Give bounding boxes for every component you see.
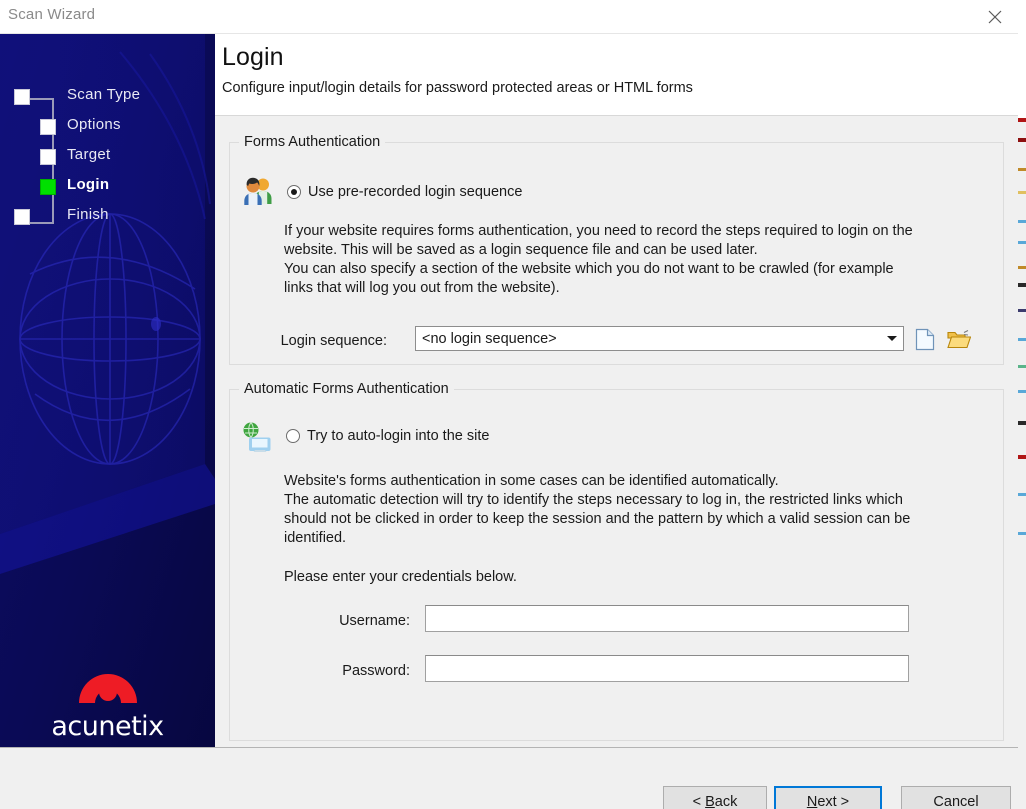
back-button-label: < Back bbox=[692, 794, 738, 809]
page-title: Login bbox=[222, 43, 284, 71]
window-body: Scan Type Options Target Login Finish ac… bbox=[0, 33, 1018, 809]
forms-authentication-description: If your website requires forms authentic… bbox=[284, 223, 913, 296]
step-label: Target bbox=[67, 146, 111, 163]
wizard-main-pane: Login Configure input/login details for … bbox=[215, 34, 1018, 747]
step-label: Login bbox=[67, 176, 110, 193]
step-marker bbox=[14, 209, 30, 225]
step-marker bbox=[40, 149, 56, 165]
login-sequence-value: <no login sequence> bbox=[422, 330, 557, 347]
login-sequence-select[interactable]: <no login sequence> bbox=[415, 326, 904, 351]
next-button-label: Next > bbox=[806, 794, 850, 809]
wizard-sidebar: Scan Type Options Target Login Finish ac… bbox=[0, 34, 215, 747]
step-label: Finish bbox=[67, 206, 109, 223]
chevron-down-icon[interactable] bbox=[881, 327, 903, 350]
acunetix-wordmark: acunetix bbox=[51, 711, 164, 742]
wizard-footer: < Back Next > Cancel bbox=[0, 747, 1018, 809]
back-button[interactable]: < Back bbox=[663, 786, 767, 809]
sidebar-step-target[interactable]: Target bbox=[0, 146, 215, 168]
window-title: Scan Wizard bbox=[8, 6, 96, 23]
forms-authentication-legend: Forms Authentication bbox=[239, 134, 386, 150]
scan-wizard-window: Scan Wizard Scan Type Options Target Log… bbox=[0, 0, 1026, 809]
try-auto-login-radio[interactable]: Try to auto-login into the site bbox=[286, 428, 489, 444]
password-field[interactable] bbox=[425, 655, 909, 682]
step-label: Options bbox=[67, 116, 121, 133]
username-field[interactable] bbox=[425, 605, 909, 632]
login-sequence-label: Login sequence: bbox=[280, 333, 387, 349]
cancel-button-label: Cancel bbox=[933, 794, 979, 809]
acunetix-logo-icon bbox=[78, 674, 137, 703]
page-subtitle: Configure input/login details for passwo… bbox=[222, 80, 693, 96]
credentials-prompt: Please enter your credentials below. bbox=[284, 569, 517, 585]
sidebar-decoration bbox=[0, 34, 215, 747]
background-window-sliver bbox=[1018, 0, 1026, 809]
automatic-forms-authentication-group: Automatic Forms Authentication Try to au… bbox=[229, 381, 1004, 741]
password-input[interactable] bbox=[426, 656, 908, 681]
pane-content: Forms Authentication Use pre-recorded lo… bbox=[215, 117, 1018, 747]
password-label: Password: bbox=[342, 663, 410, 679]
username-label: Username: bbox=[339, 613, 410, 629]
close-icon[interactable] bbox=[972, 0, 1018, 33]
sidebar-step-scan-type[interactable]: Scan Type bbox=[0, 86, 215, 108]
radio-label: Use pre-recorded login sequence bbox=[308, 184, 523, 200]
two-users-icon bbox=[244, 177, 272, 205]
step-marker bbox=[40, 119, 56, 135]
pane-header: Login Configure input/login details for … bbox=[215, 34, 1018, 116]
computer-globe-icon bbox=[243, 422, 271, 452]
radio-label: Try to auto-login into the site bbox=[307, 428, 490, 444]
acunetix-logo: acunetix bbox=[0, 659, 215, 742]
new-file-icon[interactable] bbox=[912, 326, 938, 352]
automatic-forms-authentication-legend: Automatic Forms Authentication bbox=[239, 381, 454, 397]
radio-indicator bbox=[287, 185, 301, 199]
title-bar: Scan Wizard bbox=[0, 0, 1018, 33]
username-input[interactable] bbox=[426, 606, 908, 631]
sidebar-step-finish[interactable]: Finish bbox=[0, 206, 215, 228]
sidebar-step-options[interactable]: Options bbox=[0, 116, 215, 138]
forms-authentication-group: Forms Authentication Use pre-recorded lo… bbox=[229, 134, 1004, 365]
radio-indicator bbox=[286, 429, 300, 443]
step-marker-active bbox=[40, 179, 56, 195]
cancel-button[interactable]: Cancel bbox=[901, 786, 1011, 809]
sidebar-step-login[interactable]: Login bbox=[0, 176, 215, 198]
next-button[interactable]: Next > bbox=[774, 786, 882, 809]
open-folder-icon[interactable] bbox=[946, 326, 972, 352]
automatic-forms-authentication-description: Website's forms authentication in some c… bbox=[284, 473, 911, 546]
use-prerecorded-login-sequence-radio[interactable]: Use pre-recorded login sequence bbox=[287, 184, 522, 200]
step-marker bbox=[14, 89, 30, 105]
step-label: Scan Type bbox=[67, 86, 141, 103]
